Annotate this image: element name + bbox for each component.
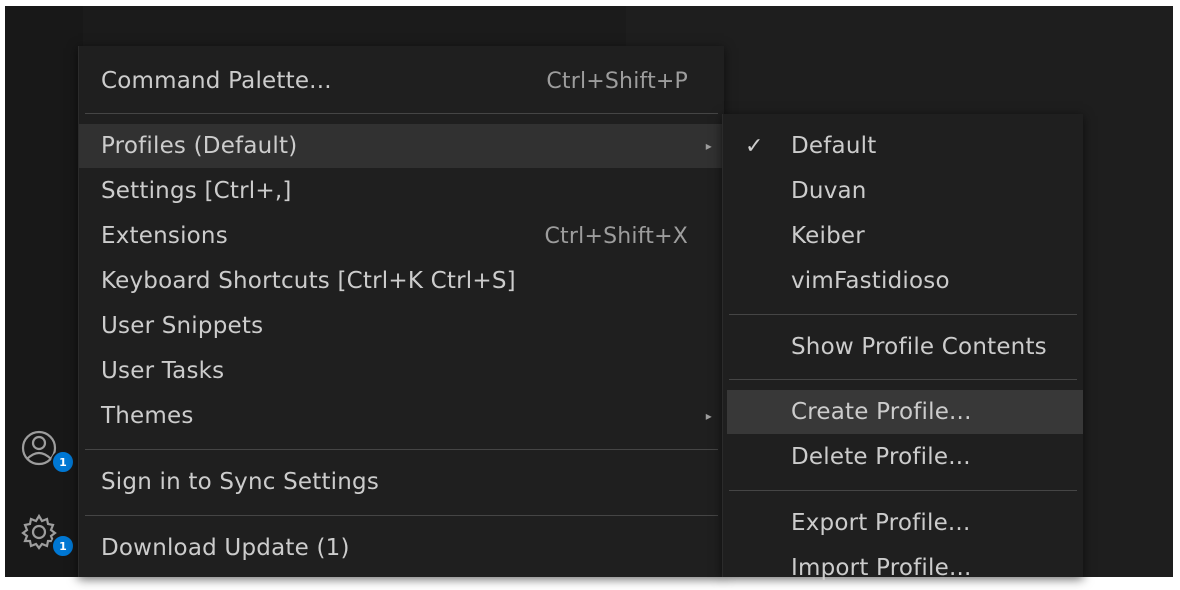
menu-separator bbox=[85, 515, 718, 516]
menu-item-settings[interactable]: Settings [Ctrl+,] bbox=[79, 169, 724, 213]
profile-item-duvan[interactable]: Duvan bbox=[727, 169, 1083, 213]
menu-separator bbox=[729, 314, 1077, 315]
profile-item-vimfastidioso[interactable]: vimFastidioso bbox=[727, 259, 1083, 303]
shortcut-command-palette: Ctrl+Shift+P bbox=[546, 68, 688, 94]
profile-item-default[interactable]: ✓ Default bbox=[727, 124, 1083, 168]
activity-bar: 1 1 bbox=[5, 6, 83, 577]
menu-item-sign-in-sync[interactable]: Sign in to Sync Settings bbox=[79, 460, 724, 504]
menu-item-user-snippets[interactable]: User Snippets bbox=[79, 304, 724, 348]
menu-separator bbox=[85, 449, 718, 450]
menu-item-profiles[interactable]: Profiles (Default) ▸ bbox=[79, 124, 724, 168]
menu-separator bbox=[85, 113, 718, 114]
profiles-submenu: ✓ Default Duvan Keiber vimFastidioso Sho… bbox=[722, 114, 1083, 581]
check-icon: ✓ bbox=[745, 133, 764, 159]
menu-item-download-update[interactable]: Download Update (1) bbox=[79, 526, 724, 570]
menu-separator bbox=[729, 490, 1077, 491]
menu-item-keyboard-shortcuts[interactable]: Keyboard Shortcuts [Ctrl+K Ctrl+S] bbox=[79, 259, 724, 303]
submenu-arrow-icon: ▸ bbox=[705, 139, 712, 153]
export-profile[interactable]: Export Profile... bbox=[727, 501, 1083, 545]
menu-separator bbox=[729, 379, 1077, 380]
menu-item-themes[interactable]: Themes ▸ bbox=[79, 394, 724, 438]
show-profile-contents[interactable]: Show Profile Contents bbox=[727, 325, 1083, 369]
delete-profile[interactable]: Delete Profile... bbox=[727, 435, 1083, 479]
menu-item-command-palette[interactable]: Command Palette... Ctrl+Shift+P bbox=[79, 59, 724, 103]
manage-button[interactable]: 1 bbox=[15, 508, 75, 560]
import-profile[interactable]: Import Profile... bbox=[727, 546, 1083, 590]
accounts-button[interactable]: 1 bbox=[15, 424, 75, 476]
create-profile[interactable]: Create Profile... bbox=[727, 390, 1083, 434]
menu-item-user-tasks[interactable]: User Tasks bbox=[79, 349, 724, 393]
manage-context-menu: Command Palette... Ctrl+Shift+P Profiles… bbox=[78, 46, 724, 577]
manage-badge: 1 bbox=[51, 534, 75, 558]
submenu-arrow-icon: ▸ bbox=[705, 409, 712, 423]
menu-item-extensions[interactable]: Extensions Ctrl+Shift+X bbox=[79, 214, 724, 258]
profile-item-keiber[interactable]: Keiber bbox=[727, 214, 1083, 258]
shortcut-extensions: Ctrl+Shift+X bbox=[544, 223, 688, 249]
accounts-badge: 1 bbox=[51, 450, 75, 474]
